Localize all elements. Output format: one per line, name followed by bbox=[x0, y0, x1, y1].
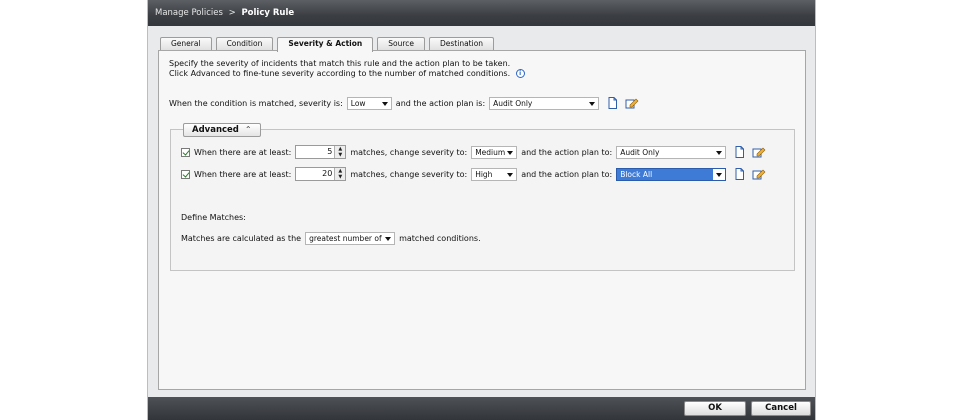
new-document-icon[interactable] bbox=[607, 97, 618, 109]
advanced-toggle[interactable]: Advanced ⌃ bbox=[183, 123, 261, 137]
action-plan-select-1[interactable]: Audit Only bbox=[616, 145, 727, 159]
chevron-down-icon bbox=[385, 236, 392, 241]
advanced-row-1-prefix: When there are at least: bbox=[194, 147, 292, 157]
advanced-row-2-prefix: When there are at least: bbox=[194, 169, 292, 179]
tab-bar: General Condition Severity & Action Sour… bbox=[160, 37, 498, 52]
collapse-chevron-icon: ⌃ bbox=[244, 125, 252, 134]
breadcrumb-manage-policies[interactable]: Manage Policies bbox=[155, 8, 223, 18]
define-matches-label: Define Matches: bbox=[181, 212, 246, 222]
advanced-row-1-checkbox[interactable] bbox=[181, 147, 190, 157]
severity-select-value: Low bbox=[350, 98, 366, 108]
breadcrumb-separator: > bbox=[228, 8, 236, 18]
advanced-row-1-suffix: and the action plan to: bbox=[521, 147, 613, 157]
title-bar: Manage Policies > Policy Rule bbox=[148, 0, 815, 26]
match-count-value-2: 20 bbox=[322, 169, 333, 178]
action-plan-select[interactable]: Audit Only bbox=[489, 96, 600, 110]
action-plan-select-2[interactable]: Block All bbox=[616, 167, 727, 181]
stepper-buttons: ▲ ▼ bbox=[334, 168, 346, 180]
main-rule-prefix: When the condition is matched, severity … bbox=[169, 98, 343, 108]
match-count-stepper-1[interactable]: 5 ▲ ▼ bbox=[295, 145, 347, 159]
chevron-down-icon bbox=[589, 101, 596, 106]
chevron-down-icon bbox=[716, 172, 723, 177]
stepper-down-icon[interactable]: ▼ bbox=[335, 174, 345, 180]
tab-source[interactable]: Source bbox=[377, 37, 425, 51]
stepper-buttons: ▲ ▼ bbox=[334, 146, 346, 158]
chevron-down-icon bbox=[507, 150, 514, 155]
advanced-section: Advanced ⌃ When there are at least: 5 ▲ ▼… bbox=[170, 123, 795, 271]
advanced-row-2-middle: matches, change severity to: bbox=[350, 169, 468, 179]
match-count-value-1: 5 bbox=[327, 147, 333, 156]
severity-select-2[interactable]: High bbox=[471, 167, 518, 181]
matches-calc-select-value: greatest number of bbox=[309, 233, 382, 243]
tab-general[interactable]: General bbox=[160, 37, 212, 51]
edit-document-icon[interactable] bbox=[625, 97, 639, 109]
chevron-down-icon bbox=[381, 101, 388, 106]
new-document-icon[interactable] bbox=[734, 168, 745, 180]
main-rule-middle: and the action plan is: bbox=[395, 98, 486, 108]
chevron-down-icon bbox=[716, 150, 723, 155]
severity-select-1[interactable]: Medium bbox=[471, 145, 518, 159]
matches-calc-prefix: Matches are calculated as the bbox=[181, 233, 302, 243]
new-document-icon[interactable] bbox=[734, 146, 745, 158]
advanced-row-2-checkbox[interactable] bbox=[181, 169, 190, 179]
advanced-label: Advanced bbox=[192, 125, 239, 135]
policy-rule-window: Manage Policies > Policy Rule General Co… bbox=[147, 0, 816, 420]
advanced-row-2-suffix: and the action plan to: bbox=[521, 169, 613, 179]
severity-select[interactable]: Low bbox=[346, 96, 392, 110]
action-plan-select-2-value: Block All bbox=[620, 169, 653, 179]
intro-text: Specify the severity of incidents that m… bbox=[169, 59, 525, 79]
main-rule-row: When the condition is matched, severity … bbox=[169, 96, 642, 110]
matches-calc-select[interactable]: greatest number of bbox=[305, 231, 396, 245]
intro-line-1: Specify the severity of incidents that m… bbox=[169, 59, 511, 68]
advanced-row-1: When there are at least: 5 ▲ ▼ matches, … bbox=[181, 145, 769, 159]
severity-select-1-value: Medium bbox=[475, 147, 506, 157]
cancel-button[interactable]: Cancel bbox=[751, 401, 811, 416]
edit-document-icon[interactable] bbox=[752, 168, 766, 180]
intro-line-2-wrap: Click Advanced to fine-tune severity acc… bbox=[169, 69, 525, 79]
edit-document-icon[interactable] bbox=[752, 146, 766, 158]
tab-destination[interactable]: Destination bbox=[429, 37, 495, 51]
action-plan-select-1-value: Audit Only bbox=[620, 147, 660, 157]
tab-severity-action[interactable]: Severity & Action bbox=[277, 37, 374, 52]
chevron-down-icon bbox=[507, 172, 514, 177]
action-plan-select-value: Audit Only bbox=[493, 98, 533, 108]
advanced-row-2: When there are at least: 20 ▲ ▼ matches,… bbox=[181, 167, 769, 181]
matches-calc-row: Matches are calculated as the greatest n… bbox=[181, 231, 481, 245]
matches-calc-suffix: matched conditions. bbox=[399, 233, 481, 243]
tab-condition[interactable]: Condition bbox=[215, 37, 274, 51]
dialog-footer: OK Cancel bbox=[148, 397, 815, 420]
severity-action-panel: Specify the severity of incidents that m… bbox=[158, 50, 806, 390]
severity-select-2-value: High bbox=[475, 169, 493, 179]
ok-button[interactable]: OK bbox=[684, 401, 746, 416]
define-matches-row: Define Matches: bbox=[181, 210, 246, 224]
intro-line-2: Click Advanced to fine-tune severity acc… bbox=[169, 69, 511, 78]
advanced-row-1-middle: matches, change severity to: bbox=[350, 147, 468, 157]
info-icon[interactable]: i bbox=[515, 69, 525, 78]
match-count-stepper-2[interactable]: 20 ▲ ▼ bbox=[295, 167, 347, 181]
stepper-down-icon[interactable]: ▼ bbox=[335, 152, 345, 158]
page-title: Policy Rule bbox=[241, 8, 295, 18]
